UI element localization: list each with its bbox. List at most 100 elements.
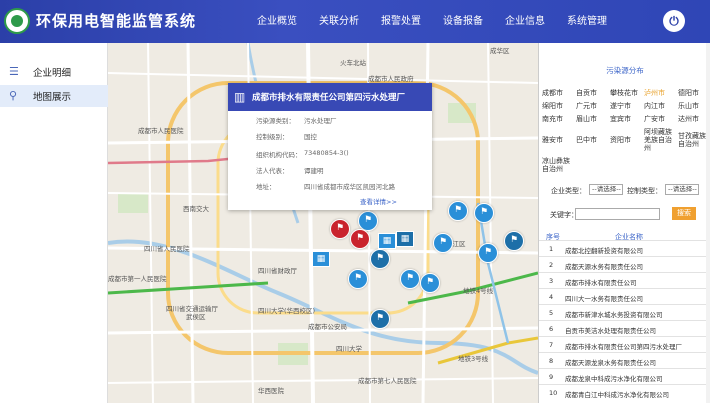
- marker-pollution-source[interactable]: ⚑: [433, 233, 453, 253]
- table-row[interactable]: 8 成都天源龙泉水务有限责任公司: [539, 352, 710, 368]
- marker-pollution-source[interactable]: ⚑: [478, 243, 498, 263]
- row-no: 8: [549, 357, 554, 365]
- map-label-southwest-jiaotong: 西南交大: [183, 205, 209, 213]
- row-name: 成都北控翻新投资有限公司: [565, 247, 643, 255]
- map-icon: ⚲: [9, 89, 18, 102]
- row-name: 成都市新津水城水务投资有限公司: [565, 311, 663, 319]
- marker-pollution-source[interactable]: ▦: [312, 251, 330, 267]
- city-link-selected[interactable]: 泸州市: [644, 89, 678, 97]
- enterprise-type-select[interactable]: --请选择--: [589, 184, 623, 195]
- city-link[interactable]: 广安市: [644, 115, 678, 123]
- app-title: 环保用电智能监管系统: [36, 12, 197, 30]
- table-row[interactable]: 10 成都青白江中科成污水净化有限公司: [539, 384, 710, 400]
- popup-row-key: 法人代表：: [256, 167, 289, 175]
- marker-pollution-source[interactable]: ▦: [378, 233, 396, 249]
- city-link[interactable]: 自贡市: [576, 89, 610, 97]
- row-no: 1: [549, 245, 554, 253]
- sidebar: ☰ 企业明细 ⚲ 地图展示: [0, 43, 108, 403]
- sidebar-item-enterprise-list[interactable]: ☰ 企业明细: [0, 61, 108, 83]
- row-name: 成都市排水有限责任公司: [565, 279, 637, 287]
- city-link[interactable]: 资阳市: [610, 136, 644, 144]
- map-label-public-security: 成都市公安局: [308, 323, 347, 331]
- popup-row-value: 73480854-3(): [304, 149, 349, 157]
- marker-pollution-source[interactable]: ⚑: [358, 211, 378, 231]
- marker-pollution-source[interactable]: ⚑: [370, 249, 390, 269]
- city-link[interactable]: 绵阳市: [542, 102, 576, 110]
- popup-row-key: 控制级别：: [256, 133, 289, 141]
- marker-pollution-source[interactable]: ⚑: [370, 309, 390, 329]
- marker-pollution-source-alarm[interactable]: ⚑: [330, 219, 350, 239]
- map-label-finance-dept: 四川省财政厅: [258, 267, 297, 275]
- table-row[interactable]: 3 成都市排水有限责任公司: [539, 272, 710, 288]
- map-label-wuhou-district: 武侯区: [186, 313, 206, 321]
- list-icon: ☰: [9, 65, 19, 78]
- row-no: 5: [549, 309, 554, 317]
- popup-row-value: 四川省成都市成华区凯园河北路: [304, 183, 395, 191]
- popup-row-value: 谭建明: [304, 167, 324, 175]
- table-row[interactable]: 7 成都市排水有限责任公司第四污水处理厂: [539, 336, 710, 352]
- table-row[interactable]: 9 成都龙泉中科成污水净化有限公司: [539, 368, 710, 384]
- nav-enterprise-overview[interactable]: 企业概览: [248, 0, 306, 43]
- nav-enterprise-info[interactable]: 企业信息: [496, 0, 554, 43]
- city-link[interactable]: 遂宁市: [610, 102, 644, 110]
- nav-correlation-analysis[interactable]: 关联分析: [310, 0, 368, 43]
- nav-alarm-handling[interactable]: 报警处置: [372, 0, 430, 43]
- popup-row-key: 地址：: [256, 183, 276, 191]
- marker-pollution-source[interactable]: ⚑: [474, 203, 494, 223]
- nav-device-registration[interactable]: 设备报备: [434, 0, 492, 43]
- row-name: 自贡市美洁水处理有限责任公司: [565, 327, 656, 335]
- popup-row-key: 污染源类别：: [256, 117, 295, 125]
- city-link[interactable]: 阿坝藏族羌族自治州: [644, 128, 678, 152]
- city-link[interactable]: 凉山彝族自治州: [542, 157, 576, 173]
- row-no: 6: [549, 325, 554, 333]
- map-label-city-government: 成都市人民政府: [368, 75, 414, 83]
- city-link[interactable]: 南充市: [542, 115, 576, 123]
- popup-row-value: 污水处理厂: [304, 117, 337, 125]
- popup-row-value: 国控: [304, 133, 317, 141]
- search-button[interactable]: 搜索: [672, 207, 696, 220]
- table-row[interactable]: 1 成都北控翻新投资有限公司: [539, 240, 710, 256]
- popup-view-details-link[interactable]: 查看详情>>: [360, 196, 397, 206]
- table-row[interactable]: 4 四川大一水务有限责任公司: [539, 288, 710, 304]
- city-link[interactable]: 巴中市: [576, 136, 610, 144]
- popup-row: 控制级别： 国控: [228, 127, 432, 143]
- building-icon: ▥: [234, 90, 246, 104]
- row-name: 成都龙泉中科成污水净化有限公司: [565, 375, 663, 383]
- map-label-seventh-hospital: 成都市第七人民医院: [358, 377, 417, 385]
- power-icon[interactable]: ⏻: [663, 10, 685, 32]
- marker-pollution-source[interactable]: ▦: [396, 231, 414, 247]
- popup-header: ▥ 成都市排水有限责任公司第四污水处理厂: [228, 83, 432, 111]
- marker-pollution-source[interactable]: ⚑: [448, 201, 468, 221]
- city-link[interactable]: 雅安市: [542, 136, 576, 144]
- city-link[interactable]: 宜宾市: [610, 115, 644, 123]
- table-row[interactable]: 5 成都市新津水城水务投资有限公司: [539, 304, 710, 320]
- city-link[interactable]: 内江市: [644, 102, 678, 110]
- popup-row: 污染源类别： 污水处理厂: [228, 111, 432, 127]
- nav-system-management[interactable]: 系统管理: [558, 0, 616, 43]
- marker-pollution-source[interactable]: ⚑: [348, 269, 368, 289]
- main-nav: 企业概览 关联分析 报警处置 设备报备 企业信息 系统管理: [248, 0, 620, 43]
- row-no: 3: [549, 277, 554, 285]
- map-label-huaxi-campus: 四川大学(华西校区): [258, 307, 316, 315]
- marker-pollution-source-alarm[interactable]: ⚑: [350, 229, 370, 249]
- marker-pollution-source[interactable]: ⚑: [400, 269, 420, 289]
- row-name: 四川大一水务有限责任公司: [565, 295, 643, 303]
- city-link[interactable]: 广元市: [576, 102, 610, 110]
- popup-row: 法人代表： 谭建明: [228, 161, 432, 177]
- sidebar-item-map-view[interactable]: ⚲ 地图展示: [0, 85, 108, 107]
- table-row[interactable]: 6 自贡市美洁水处理有限责任公司: [539, 320, 710, 336]
- sidebar-item-label: 企业明细: [33, 68, 72, 79]
- row-no: 10: [549, 389, 558, 397]
- control-type-select[interactable]: --请选择--: [665, 184, 699, 195]
- marker-pollution-source[interactable]: ⚑: [420, 273, 440, 293]
- marker-pollution-source[interactable]: ⚑: [504, 231, 524, 251]
- city-link[interactable]: 眉山市: [576, 115, 610, 123]
- keyword-input[interactable]: [575, 208, 660, 220]
- city-link[interactable]: 攀枝花市: [610, 89, 644, 97]
- control-type-label: 控制类型：: [627, 187, 662, 195]
- city-link[interactable]: 成都市: [542, 89, 576, 97]
- row-name: 成都青白江中科成污水净化有限公司: [565, 391, 669, 399]
- right-panel-scrollbar[interactable]: [706, 43, 710, 403]
- popup-row: 组织机构代码： 73480854-3(): [228, 145, 432, 161]
- table-row[interactable]: 2 成都天源水务有限责任公司: [539, 256, 710, 272]
